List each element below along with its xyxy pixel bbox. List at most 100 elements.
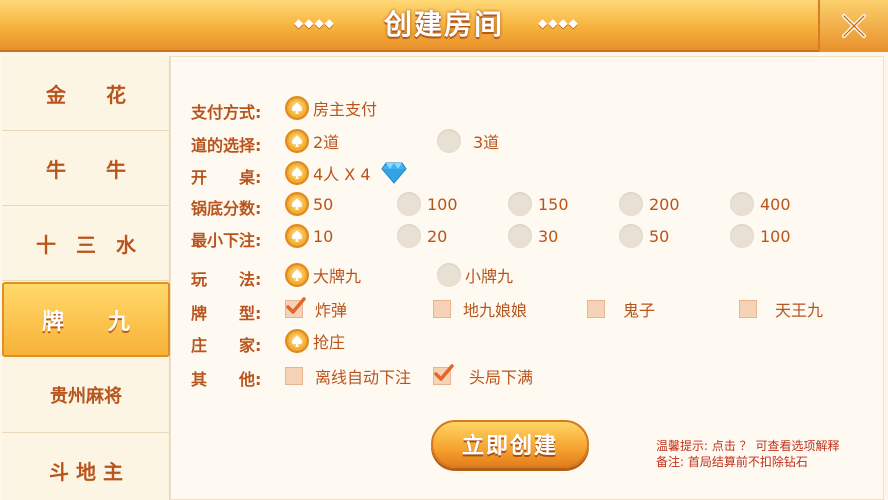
tab-guizhou-mahjong[interactable]: 贵州麻将 — [2, 358, 170, 433]
base-score-option-400[interactable]: 400 — [730, 191, 791, 217]
base-score-option-200[interactable]: 200 — [619, 191, 680, 217]
play-mode-label: 玩 法: — [191, 270, 262, 289]
spade-radio-icon — [285, 263, 309, 287]
title-decoration-right: ◆◆◆◆ — [538, 16, 579, 30]
base-score-label: 锅底分数: — [191, 199, 262, 218]
create-room-dialog: 创建房间 ◆◆◆◆ ◆◆◆◆ 金 花 牛 牛 十 三 水 牌 九 贵州麻将 斗 … — [0, 0, 888, 500]
card-type-label: 牌 型: — [191, 304, 262, 323]
banker-option-grab[interactable]: 抢庄 — [285, 328, 345, 354]
card-type-option-guizi[interactable]: 鬼子 — [587, 296, 655, 322]
option-label: 3道 — [473, 133, 500, 152]
option-label: 100 — [427, 194, 458, 214]
create-room-button[interactable]: 立即创建 — [431, 420, 589, 468]
spade-radio-icon — [285, 96, 309, 120]
radio-icon — [437, 263, 461, 287]
tab-niuniu[interactable]: 牛 牛 — [2, 131, 170, 206]
card-type-option-dijiu[interactable]: 地九娘娘 — [433, 296, 527, 322]
tab-doudizhu[interactable]: 斗 地 主 — [2, 433, 170, 500]
radio-icon — [508, 192, 532, 216]
min-bet-option-10[interactable]: 10 — [285, 223, 333, 249]
option-label: 地九娘娘 — [463, 301, 528, 320]
play-option-small[interactable]: 小牌九 — [437, 262, 513, 288]
checkbox-icon — [587, 300, 605, 318]
base-score-option-150[interactable]: 150 — [508, 191, 569, 217]
option-label: 50 — [313, 194, 334, 214]
other-label: 其 他: — [191, 370, 262, 389]
game-type-sidebar: 金 花 牛 牛 十 三 水 牌 九 贵州麻将 斗 地 主 — [2, 56, 170, 500]
option-label: 离线自动下注 — [315, 368, 412, 387]
payment-option-owner[interactable]: 房主支付 — [285, 95, 377, 121]
option-label: 30 — [538, 226, 559, 246]
dialog-header: 创建房间 ◆◆◆◆ ◆◆◆◆ — [0, 0, 888, 52]
lanes-option-2[interactable]: 2道 — [285, 128, 339, 154]
option-label: 20 — [427, 226, 448, 246]
min-bet-option-20[interactable]: 20 — [397, 223, 447, 249]
radio-icon — [730, 192, 754, 216]
other-option-auto-bet[interactable]: 离线自动下注 — [285, 363, 411, 389]
option-label: 天王九 — [775, 301, 824, 320]
payment-label: 支付方式: — [191, 103, 262, 122]
tab-label: 牌 九 — [41, 309, 130, 335]
tab-label: 斗 地 主 — [49, 459, 123, 484]
radio-icon — [619, 224, 643, 248]
checkbox-checked-icon — [285, 297, 306, 318]
option-label: 房主支付 — [313, 100, 378, 119]
radio-icon — [397, 224, 421, 248]
spade-radio-icon — [285, 224, 309, 248]
tab-jinhua[interactable]: 金 花 — [2, 56, 170, 131]
option-label: 200 — [649, 194, 680, 214]
lanes-option-3[interactable]: 3道 — [437, 128, 499, 154]
close-x-icon — [842, 14, 866, 38]
radio-icon — [437, 129, 461, 153]
option-label: 10 — [313, 226, 334, 246]
table-option[interactable]: 4人 X 4 — [285, 160, 407, 186]
option-label: 抢庄 — [313, 333, 346, 352]
dialog-title: 创建房间 — [383, 8, 504, 41]
table-label: 开 桌: — [191, 168, 262, 187]
option-label: 100 — [760, 226, 791, 246]
option-label: 4人 X 4 — [313, 165, 371, 184]
close-button[interactable] — [818, 0, 888, 52]
base-score-option-100[interactable]: 100 — [397, 191, 458, 217]
remark-note: 备注: 首局结算前不扣除钻石 — [656, 455, 808, 469]
min-bet-option-100[interactable]: 100 — [730, 223, 791, 249]
tab-label: 十 三 水 — [36, 232, 136, 257]
banker-label: 庄 家: — [191, 336, 262, 355]
min-bet-option-30[interactable]: 30 — [508, 223, 558, 249]
radio-icon — [397, 192, 421, 216]
spade-radio-icon — [285, 329, 309, 353]
spade-radio-icon — [285, 161, 309, 185]
option-label: 2道 — [313, 133, 340, 152]
option-label: 400 — [760, 194, 791, 214]
option-label: 50 — [649, 226, 670, 246]
play-option-big[interactable]: 大牌九 — [285, 262, 361, 288]
lanes-label: 道的选择: — [191, 136, 262, 155]
option-label: 鬼子 — [623, 301, 656, 320]
checkbox-icon — [285, 367, 303, 385]
min-bet-option-50[interactable]: 50 — [619, 223, 669, 249]
checkbox-icon — [433, 300, 451, 318]
title-decoration-left: ◆◆◆◆ — [294, 16, 335, 30]
tab-paijiu[interactable]: 牌 九 — [2, 282, 170, 357]
option-label: 炸弹 — [315, 301, 348, 320]
tab-shisanshui[interactable]: 十 三 水 — [2, 206, 170, 281]
option-label: 头局下满 — [469, 368, 534, 387]
checkbox-checked-icon — [433, 364, 454, 385]
tip-note: 温馨提示: 点击 ？ 可查看选项解释 — [656, 439, 840, 453]
tab-label: 牛 牛 — [46, 157, 126, 182]
diamond-icon — [380, 162, 407, 184]
option-label: 150 — [538, 194, 569, 214]
radio-icon — [508, 224, 532, 248]
card-type-option-tianwangjiu[interactable]: 天王九 — [739, 296, 823, 322]
base-score-option-50[interactable]: 50 — [285, 191, 333, 217]
tab-label: 金 花 — [46, 82, 126, 107]
min-bet-label: 最小下注: — [191, 231, 262, 250]
radio-icon — [619, 192, 643, 216]
option-label: 小牌九 — [465, 267, 514, 286]
other-option-first-round-full[interactable]: 头局下满 — [433, 363, 533, 389]
option-label: 大牌九 — [313, 267, 362, 286]
tab-label: 贵州麻将 — [50, 386, 122, 407]
card-type-option-bomb[interactable]: 炸弹 — [285, 296, 347, 322]
radio-icon — [730, 224, 754, 248]
checkbox-icon — [739, 300, 757, 318]
